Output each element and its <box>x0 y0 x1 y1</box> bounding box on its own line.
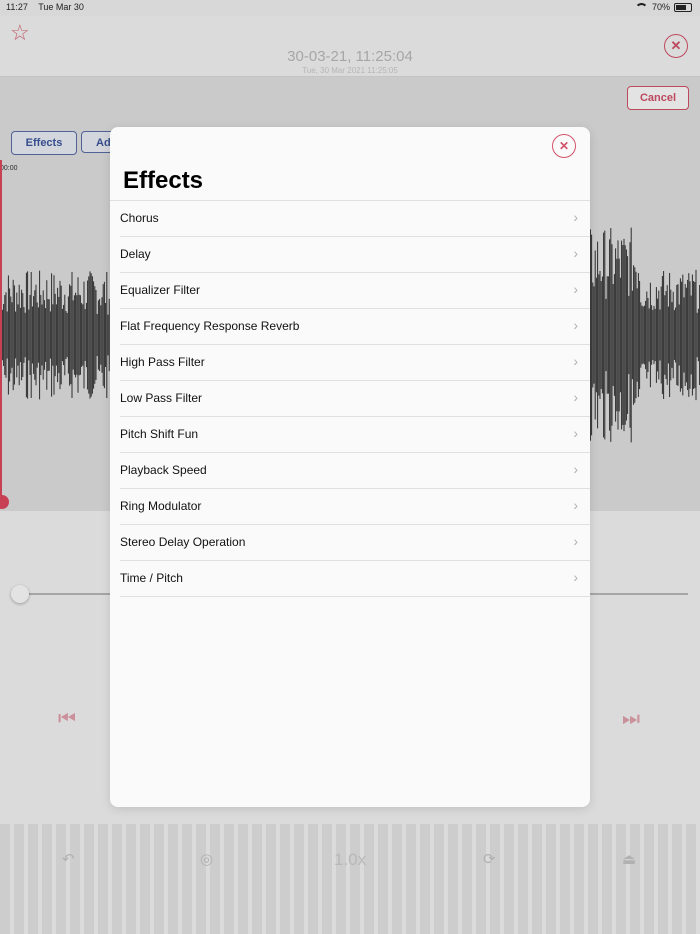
chevron-right-icon: › <box>573 353 578 369</box>
chevron-right-icon: › <box>573 389 578 405</box>
list-item-label: Pitch Shift Fun <box>120 427 199 441</box>
battery-percent: 70% <box>651 2 670 12</box>
list-item[interactable]: Delay › <box>120 237 590 273</box>
chevron-right-icon: › <box>573 533 578 549</box>
list-item[interactable]: Chorus › <box>120 201 590 237</box>
chevron-right-icon: › <box>573 209 578 225</box>
status-right: 70% <box>634 2 692 12</box>
list-item-label: Equalizer Filter <box>120 283 201 297</box>
list-item-label: Chorus <box>120 211 159 225</box>
list-item-label: Stereo Delay Operation <box>120 535 246 549</box>
list-item[interactable]: Playback Speed › <box>120 453 590 489</box>
effects-list: Chorus › Delay › Equalizer Filter › Flat Frequ… <box>110 200 590 597</box>
list-item[interactable]: High Pass Filter › <box>120 345 590 381</box>
list-item[interactable]: Low Pass Filter › <box>120 381 590 417</box>
modal-title: Effects <box>123 167 204 194</box>
chevron-right-icon: › <box>573 461 578 477</box>
battery-icon <box>674 2 692 12</box>
list-item[interactable]: Flat Frequency Response Reverb › <box>120 309 590 345</box>
effects-modal: ✕ Effects Chorus › Delay › Equalizer Filter ›… <box>110 127 590 807</box>
list-item[interactable]: Equalizer Filter › <box>120 273 590 309</box>
wifi-icon <box>634 3 648 11</box>
list-item-label: Playback Speed <box>120 463 207 477</box>
list-item-label: Delay <box>120 247 151 261</box>
list-item[interactable]: Pitch Shift Fun › <box>120 417 590 453</box>
chevron-right-icon: › <box>573 281 578 297</box>
chevron-right-icon: › <box>573 317 578 333</box>
status-date: Tue Mar 30 <box>38 2 84 12</box>
chevron-right-icon: › <box>573 569 578 585</box>
list-item[interactable]: Ring Modulator › <box>120 489 590 525</box>
list-item[interactable]: Time / Pitch › <box>120 561 590 597</box>
chevron-right-icon: › <box>573 497 578 513</box>
chevron-right-icon: › <box>573 245 578 261</box>
list-item-label: Time / Pitch <box>120 571 183 585</box>
list-item-label: High Pass Filter <box>120 355 205 369</box>
list-item-label: Flat Frequency Response Reverb <box>120 319 300 333</box>
status-left: 11:27 Tue Mar 30 <box>6 2 92 12</box>
list-item-label: Ring Modulator <box>120 499 202 513</box>
close-icon[interactable]: ✕ <box>552 134 576 158</box>
status-bar: 11:27 Tue Mar 30 70% <box>0 0 700 16</box>
status-time: 11:27 <box>6 2 28 12</box>
chevron-right-icon: › <box>573 425 578 441</box>
list-item[interactable]: Stereo Delay Operation › <box>120 525 590 561</box>
list-item-label: Low Pass Filter <box>120 391 203 405</box>
